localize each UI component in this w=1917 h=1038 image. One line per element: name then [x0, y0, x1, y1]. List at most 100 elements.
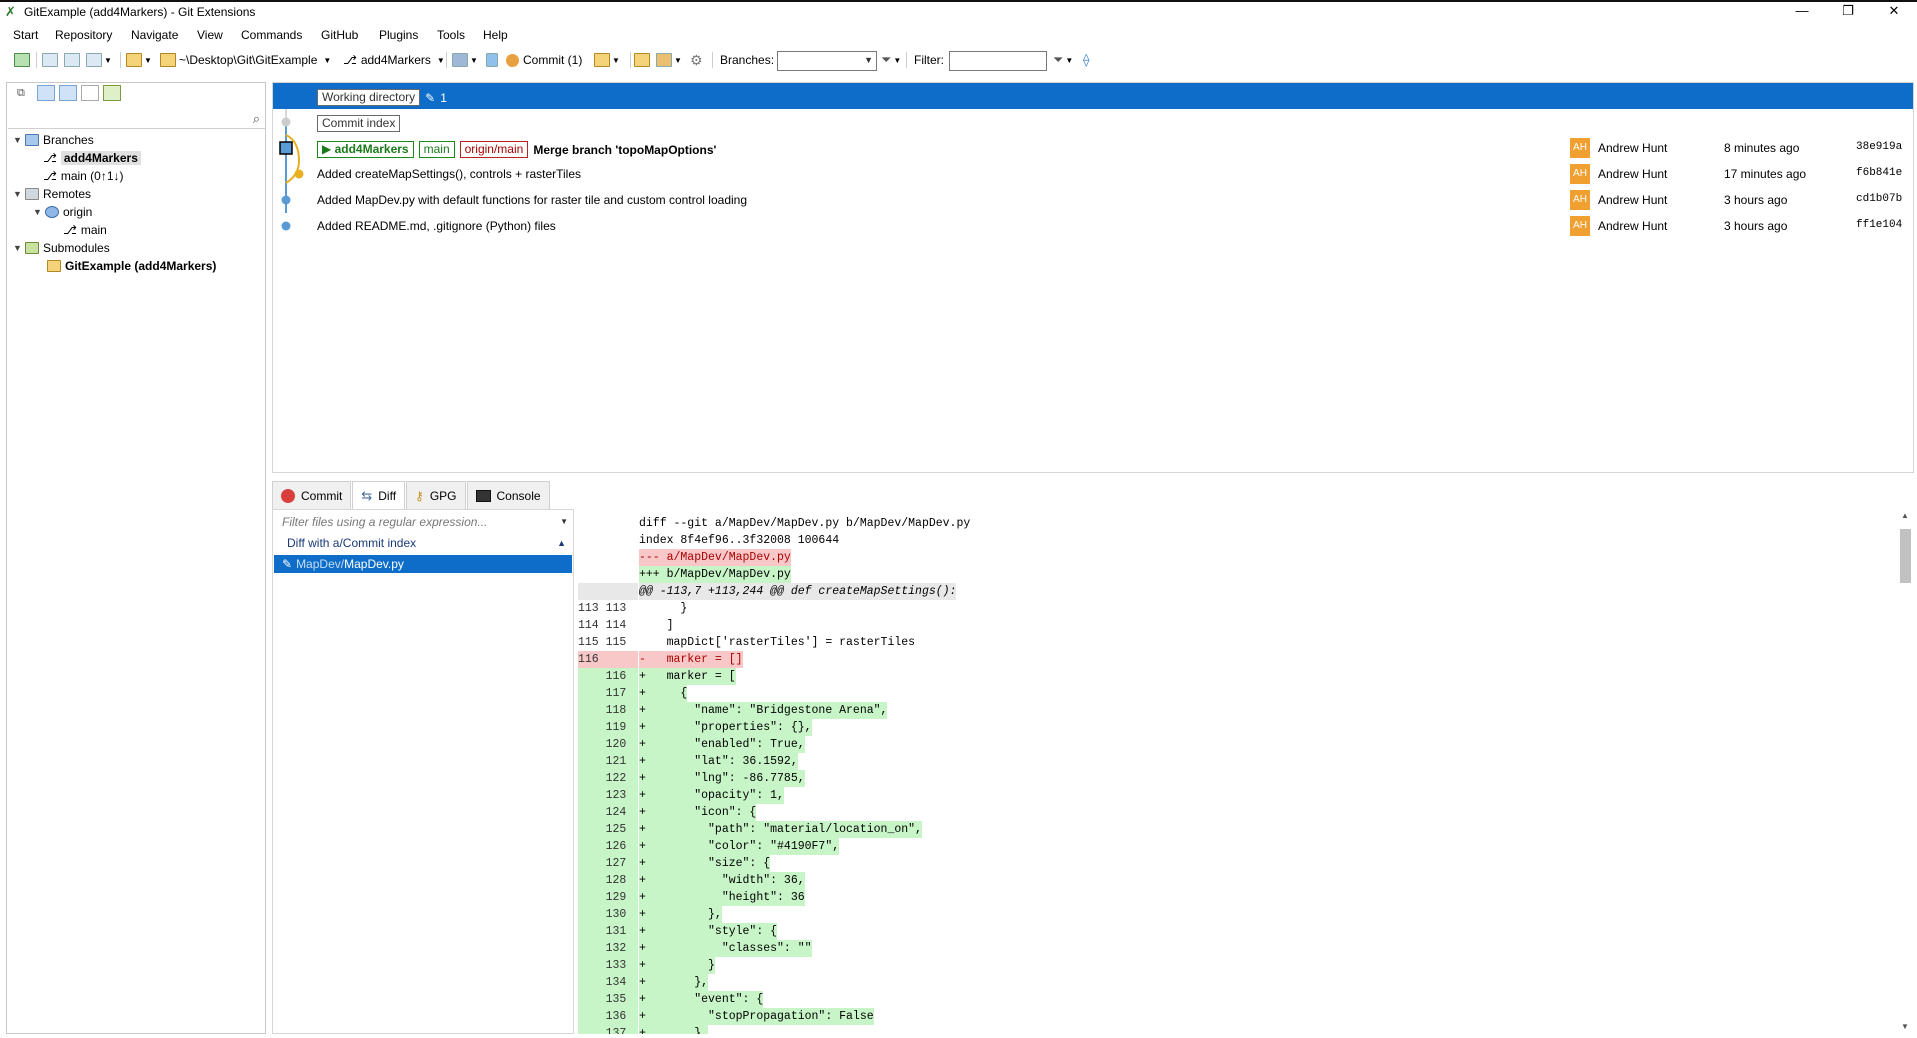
- scroll-up-icon[interactable]: ▲: [1901, 511, 1909, 520]
- menu-repository[interactable]: Repository: [55, 28, 112, 42]
- diff-line: 118 + "name": "Bridgestone Arena",: [578, 702, 1898, 719]
- show-tags-icon[interactable]: [81, 85, 99, 101]
- refresh-icon[interactable]: [14, 51, 30, 69]
- menu-view[interactable]: View: [197, 28, 223, 42]
- menu-plugins[interactable]: Plugins: [379, 28, 418, 42]
- revision-row[interactable]: Added createMapSettings(), controls + ra…: [273, 161, 1913, 187]
- tree-node-branches[interactable]: ▼ Branches: [13, 133, 94, 147]
- revision-grid: Working directory ✎ 1 Commit index ▶ add…: [272, 82, 1914, 473]
- line-number-gutter: [578, 583, 638, 600]
- diff-line: 133 + }: [578, 957, 1898, 974]
- close-button[interactable]: ✕: [1872, 2, 1916, 22]
- commit-hash: ff1e104: [1856, 219, 1903, 231]
- vertical-scrollbar[interactable]: ▲ ▼: [1898, 511, 1912, 1031]
- revision-filter-icon[interactable]: ⏷ ▼: [1053, 51, 1073, 69]
- branch-icon: ⎇: [63, 223, 77, 237]
- line-number-gutter: 136: [578, 1008, 638, 1025]
- filter-input[interactable]: [949, 51, 1047, 71]
- repository-selector[interactable]: ~\Desktop\Git\GitExample ▼: [160, 51, 331, 69]
- settings-gear-icon[interactable]: ⚙: [690, 51, 703, 69]
- branches-icon: [25, 134, 39, 146]
- tree-node-submodule[interactable]: GitExample (add4Markers): [47, 259, 216, 273]
- file-filter-input[interactable]: Filter files using a regular expression.…: [274, 513, 572, 531]
- menu-start[interactable]: Start: [13, 28, 38, 42]
- tree-node-remote-main[interactable]: ⎇ main: [63, 223, 107, 237]
- show-remotes-icon[interactable]: [59, 85, 77, 101]
- branch-filter-icon[interactable]: ⏷ ▼: [881, 51, 901, 69]
- line-number-gutter: 127: [578, 855, 638, 872]
- left-panel: ⧉ ⌕ ▼ Branches ⎇ add4Markers ⎇ main (0↑1…: [6, 82, 266, 1034]
- show-submodules-icon[interactable]: [103, 85, 121, 101]
- search-icon[interactable]: ⌕: [253, 111, 260, 127]
- minimize-button[interactable]: —: [1780, 2, 1824, 22]
- diff-line-text: + "stopPropagation": False: [639, 1008, 874, 1025]
- commit-author: Andrew Hunt: [1598, 141, 1668, 155]
- tree-node-branch-current[interactable]: ⎇ add4Markers: [43, 151, 141, 165]
- chevron-down-icon[interactable]: ▼: [13, 135, 25, 145]
- menu-commands[interactable]: Commands: [241, 28, 302, 42]
- line-number-gutter: 135: [578, 991, 638, 1008]
- tree-node-branch-main[interactable]: ⎇ main (0↑1↓): [43, 169, 124, 183]
- layout-icon[interactable]: [42, 51, 58, 69]
- diff-line-text: + "properties": {},: [639, 719, 812, 736]
- diff-line-text: - marker = []: [639, 651, 743, 668]
- diff-line: @@ -113,7 +113,244 @@ def createMapSetti…: [578, 583, 1898, 600]
- line-number-gutter: 137: [578, 1025, 638, 1034]
- branch-selector[interactable]: ⎇ add4Markers ▼: [343, 51, 445, 69]
- changed-file-item[interactable]: ✎ MapDev/MapDev.py: [274, 555, 572, 573]
- branch-icon: ⎇: [343, 53, 357, 67]
- layout-split-icon[interactable]: [64, 51, 80, 69]
- tab-commit[interactable]: Commit: [272, 481, 352, 509]
- chevron-down-icon[interactable]: ▼: [560, 513, 568, 531]
- menu-navigate[interactable]: Navigate: [131, 28, 178, 42]
- chevron-down-icon[interactable]: ▼: [13, 243, 25, 253]
- diff-viewer[interactable]: diff --git a/MapDev/MapDev.py b/MapDev/M…: [578, 509, 1914, 1034]
- tools-icon[interactable]: ▼: [656, 51, 682, 69]
- graph-options-icon[interactable]: ⟠: [1083, 51, 1089, 69]
- revision-row-commit-index[interactable]: Commit index: [273, 109, 1913, 135]
- commit-button[interactable]: Commit (1): [506, 51, 582, 69]
- revision-row[interactable]: ▶ add4Markers main origin/main Merge bra…: [273, 135, 1913, 161]
- restore-button[interactable]: ❐: [1826, 2, 1870, 22]
- scroll-down-icon[interactable]: ▼: [1901, 1022, 1909, 1031]
- changed-files-pane: Filter files using a regular expression.…: [272, 509, 574, 1034]
- stash-icon[interactable]: ▼: [452, 51, 478, 69]
- branch-badge: ▶ add4Markers: [317, 141, 414, 158]
- tree-node-remote-origin[interactable]: ▼ origin: [33, 205, 92, 219]
- chevron-down-icon[interactable]: ▼: [33, 207, 45, 217]
- branches-combo[interactable]: ▼: [777, 51, 877, 71]
- scrollbar-thumb[interactable]: [1900, 529, 1911, 583]
- avatar: AH: [1570, 138, 1590, 158]
- pull-icon[interactable]: ▼: [594, 51, 620, 69]
- revision-row[interactable]: Added README.md, .gitignore (Python) fil…: [273, 213, 1913, 239]
- revision-row-working-directory[interactable]: Working directory ✎ 1: [273, 83, 1913, 109]
- chevron-down-icon[interactable]: ▼: [13, 189, 25, 199]
- line-number-gutter: 129: [578, 889, 638, 906]
- chevron-up-icon[interactable]: ▲: [557, 534, 566, 552]
- menu-github[interactable]: GitHub: [321, 28, 358, 42]
- branch-search-box[interactable]: ⌕: [8, 109, 266, 129]
- revision-row[interactable]: Added MapDev.py with default functions f…: [273, 187, 1913, 213]
- push-icon[interactable]: [486, 51, 498, 69]
- menu-tools[interactable]: Tools: [437, 28, 465, 42]
- diff-line: 131 + "style": {: [578, 923, 1898, 940]
- tree-node-remotes[interactable]: ▼ Remotes: [13, 187, 91, 201]
- collapse-all-icon[interactable]: ⧉: [17, 87, 25, 100]
- line-number-gutter: 113 113: [578, 602, 627, 615]
- commit-hash: f6b841e: [1856, 167, 1903, 179]
- diff-line: 129 + "height": 36: [578, 889, 1898, 906]
- tab-gpg[interactable]: ⚷ GPG: [406, 481, 466, 509]
- tab-diff[interactable]: ⇆ Diff: [352, 481, 406, 509]
- navigate-back-icon[interactable]: ▼: [126, 51, 152, 69]
- layout-dropdown-icon[interactable]: ▼: [86, 51, 112, 69]
- chevron-down-icon: ▼: [864, 55, 873, 65]
- diff-line: 137 + },: [578, 1025, 1898, 1034]
- diff-line-text: @@ -113,7 +113,244 @@ def createMapSetti…: [639, 583, 957, 600]
- diff-group-header[interactable]: Diff with a/Commit index ▲: [274, 534, 572, 552]
- diff-line: 126 + "color": "#4190F7",: [578, 838, 1898, 855]
- tree-node-submodules[interactable]: ▼ Submodules: [13, 241, 110, 255]
- tab-console[interactable]: Console: [466, 481, 550, 509]
- explore-folder-icon[interactable]: [634, 51, 650, 69]
- show-branches-icon[interactable]: [37, 85, 55, 101]
- menu-help[interactable]: Help: [483, 28, 508, 42]
